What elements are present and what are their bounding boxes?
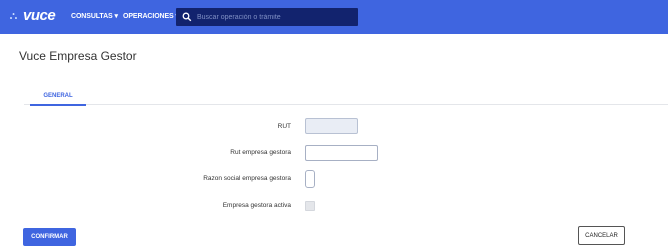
search-icon[interactable]	[182, 12, 192, 22]
cancel-button[interactable]: CANCELAR	[578, 226, 625, 245]
rut-field[interactable]	[305, 118, 358, 134]
razon-social-label: Razon social empresa gestora	[203, 175, 291, 182]
empresa-gestora-activa-checkbox[interactable]	[305, 201, 315, 211]
tab-bar: GENERAL	[24, 90, 668, 106]
logo-text: vuce	[23, 7, 56, 24]
tab-general[interactable]: GENERAL	[30, 91, 86, 106]
page-title: Vuce Empresa Gestor	[19, 49, 137, 63]
confirm-button[interactable]: CONFIRMAR	[23, 228, 76, 246]
rut-label: RUT	[277, 123, 291, 130]
vuce-logo[interactable]: ⛬ vuce	[7, 7, 56, 24]
rut-empresa-gestora-label: Rut empresa gestora	[230, 149, 291, 156]
razon-social-field[interactable]	[305, 170, 315, 188]
top-navbar: ⛬ vuce CONSULTAS ▾ OPERACIONES ▾	[0, 0, 668, 34]
nav-operaciones-menu[interactable]: OPERACIONES ▾	[123, 12, 179, 20]
search-input[interactable]	[197, 10, 347, 24]
nav-consultas-menu[interactable]: CONSULTAS ▾	[71, 12, 118, 20]
uruguay-emblem-icon: ⛬	[9, 9, 18, 22]
search-bar	[176, 8, 358, 26]
empresa-gestora-activa-label: Empresa gestora activa	[222, 202, 291, 209]
rut-empresa-gestora-field[interactable]	[305, 145, 378, 161]
